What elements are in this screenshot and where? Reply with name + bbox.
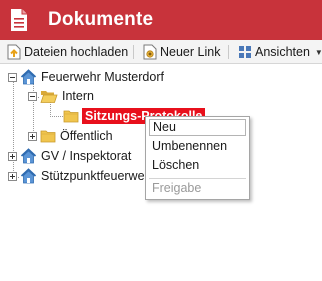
toolbar: Dateien hochladen Neuer Link Ansichten ▼: [0, 40, 322, 64]
tree-node-stuetzpunktfeuerwehr[interactable]: Stützpunktfeuerwehr: [8, 167, 156, 185]
new-link-label: Neuer Link: [160, 45, 221, 59]
context-menu-divider: [149, 178, 246, 179]
upload-files-label: Dateien hochladen: [24, 45, 129, 59]
collapse-toggle-icon[interactable]: [28, 91, 37, 101]
tree-node-label: Intern: [62, 89, 94, 103]
home-icon: [20, 148, 37, 164]
tree-node-intern[interactable]: Intern: [28, 87, 94, 105]
toolbar-divider: [228, 45, 229, 59]
tree-node-label: GV / Inspektorat: [41, 149, 132, 163]
context-menu: Neu Umbenennen Löschen Freigabe: [145, 116, 250, 200]
app-titlebar: Dokumente: [0, 0, 322, 40]
app-title: Dokumente: [48, 9, 154, 30]
tree-node-label: Feuerwehr Musterdorf: [41, 70, 164, 84]
tree-node-oeffentlich[interactable]: Öffentlich: [28, 127, 113, 145]
upload-files-button[interactable]: Dateien hochladen: [7, 43, 128, 61]
new-link-button[interactable]: Neuer Link: [143, 43, 220, 61]
tree-connector: [50, 116, 63, 117]
tree-node-label: Öffentlich: [60, 129, 113, 143]
context-menu-rename[interactable]: Umbenennen: [149, 138, 246, 155]
home-icon: [20, 168, 37, 184]
context-menu-share: Freigabe: [152, 181, 202, 195]
expand-toggle-icon[interactable]: [28, 131, 37, 141]
chevron-down-icon: ▼: [314, 47, 322, 57]
upload-icon: [7, 44, 21, 60]
document-icon: [10, 8, 28, 32]
context-menu-new[interactable]: Neu: [149, 119, 246, 136]
new-link-icon: [143, 44, 157, 60]
expand-toggle-icon[interactable]: [8, 171, 17, 181]
toolbar-divider: [133, 45, 134, 59]
folder-icon: [63, 110, 79, 123]
home-icon: [20, 69, 37, 85]
context-menu-delete[interactable]: Löschen: [149, 157, 246, 174]
expand-toggle-icon[interactable]: [8, 151, 17, 161]
open-folder-icon: [40, 90, 58, 103]
views-label: Ansichten: [255, 45, 310, 59]
views-dropdown[interactable]: Ansichten ▼: [238, 43, 322, 61]
tree-node-feuerwehr-musterdorf[interactable]: Feuerwehr Musterdorf: [8, 68, 164, 86]
grid-view-icon: [239, 46, 251, 58]
tree-node-label: Stützpunktfeuerwehr: [41, 169, 156, 183]
folder-icon: [40, 130, 56, 143]
tree-node-gv-inspektorat[interactable]: GV / Inspektorat: [8, 147, 131, 165]
collapse-toggle-icon[interactable]: [8, 72, 17, 82]
